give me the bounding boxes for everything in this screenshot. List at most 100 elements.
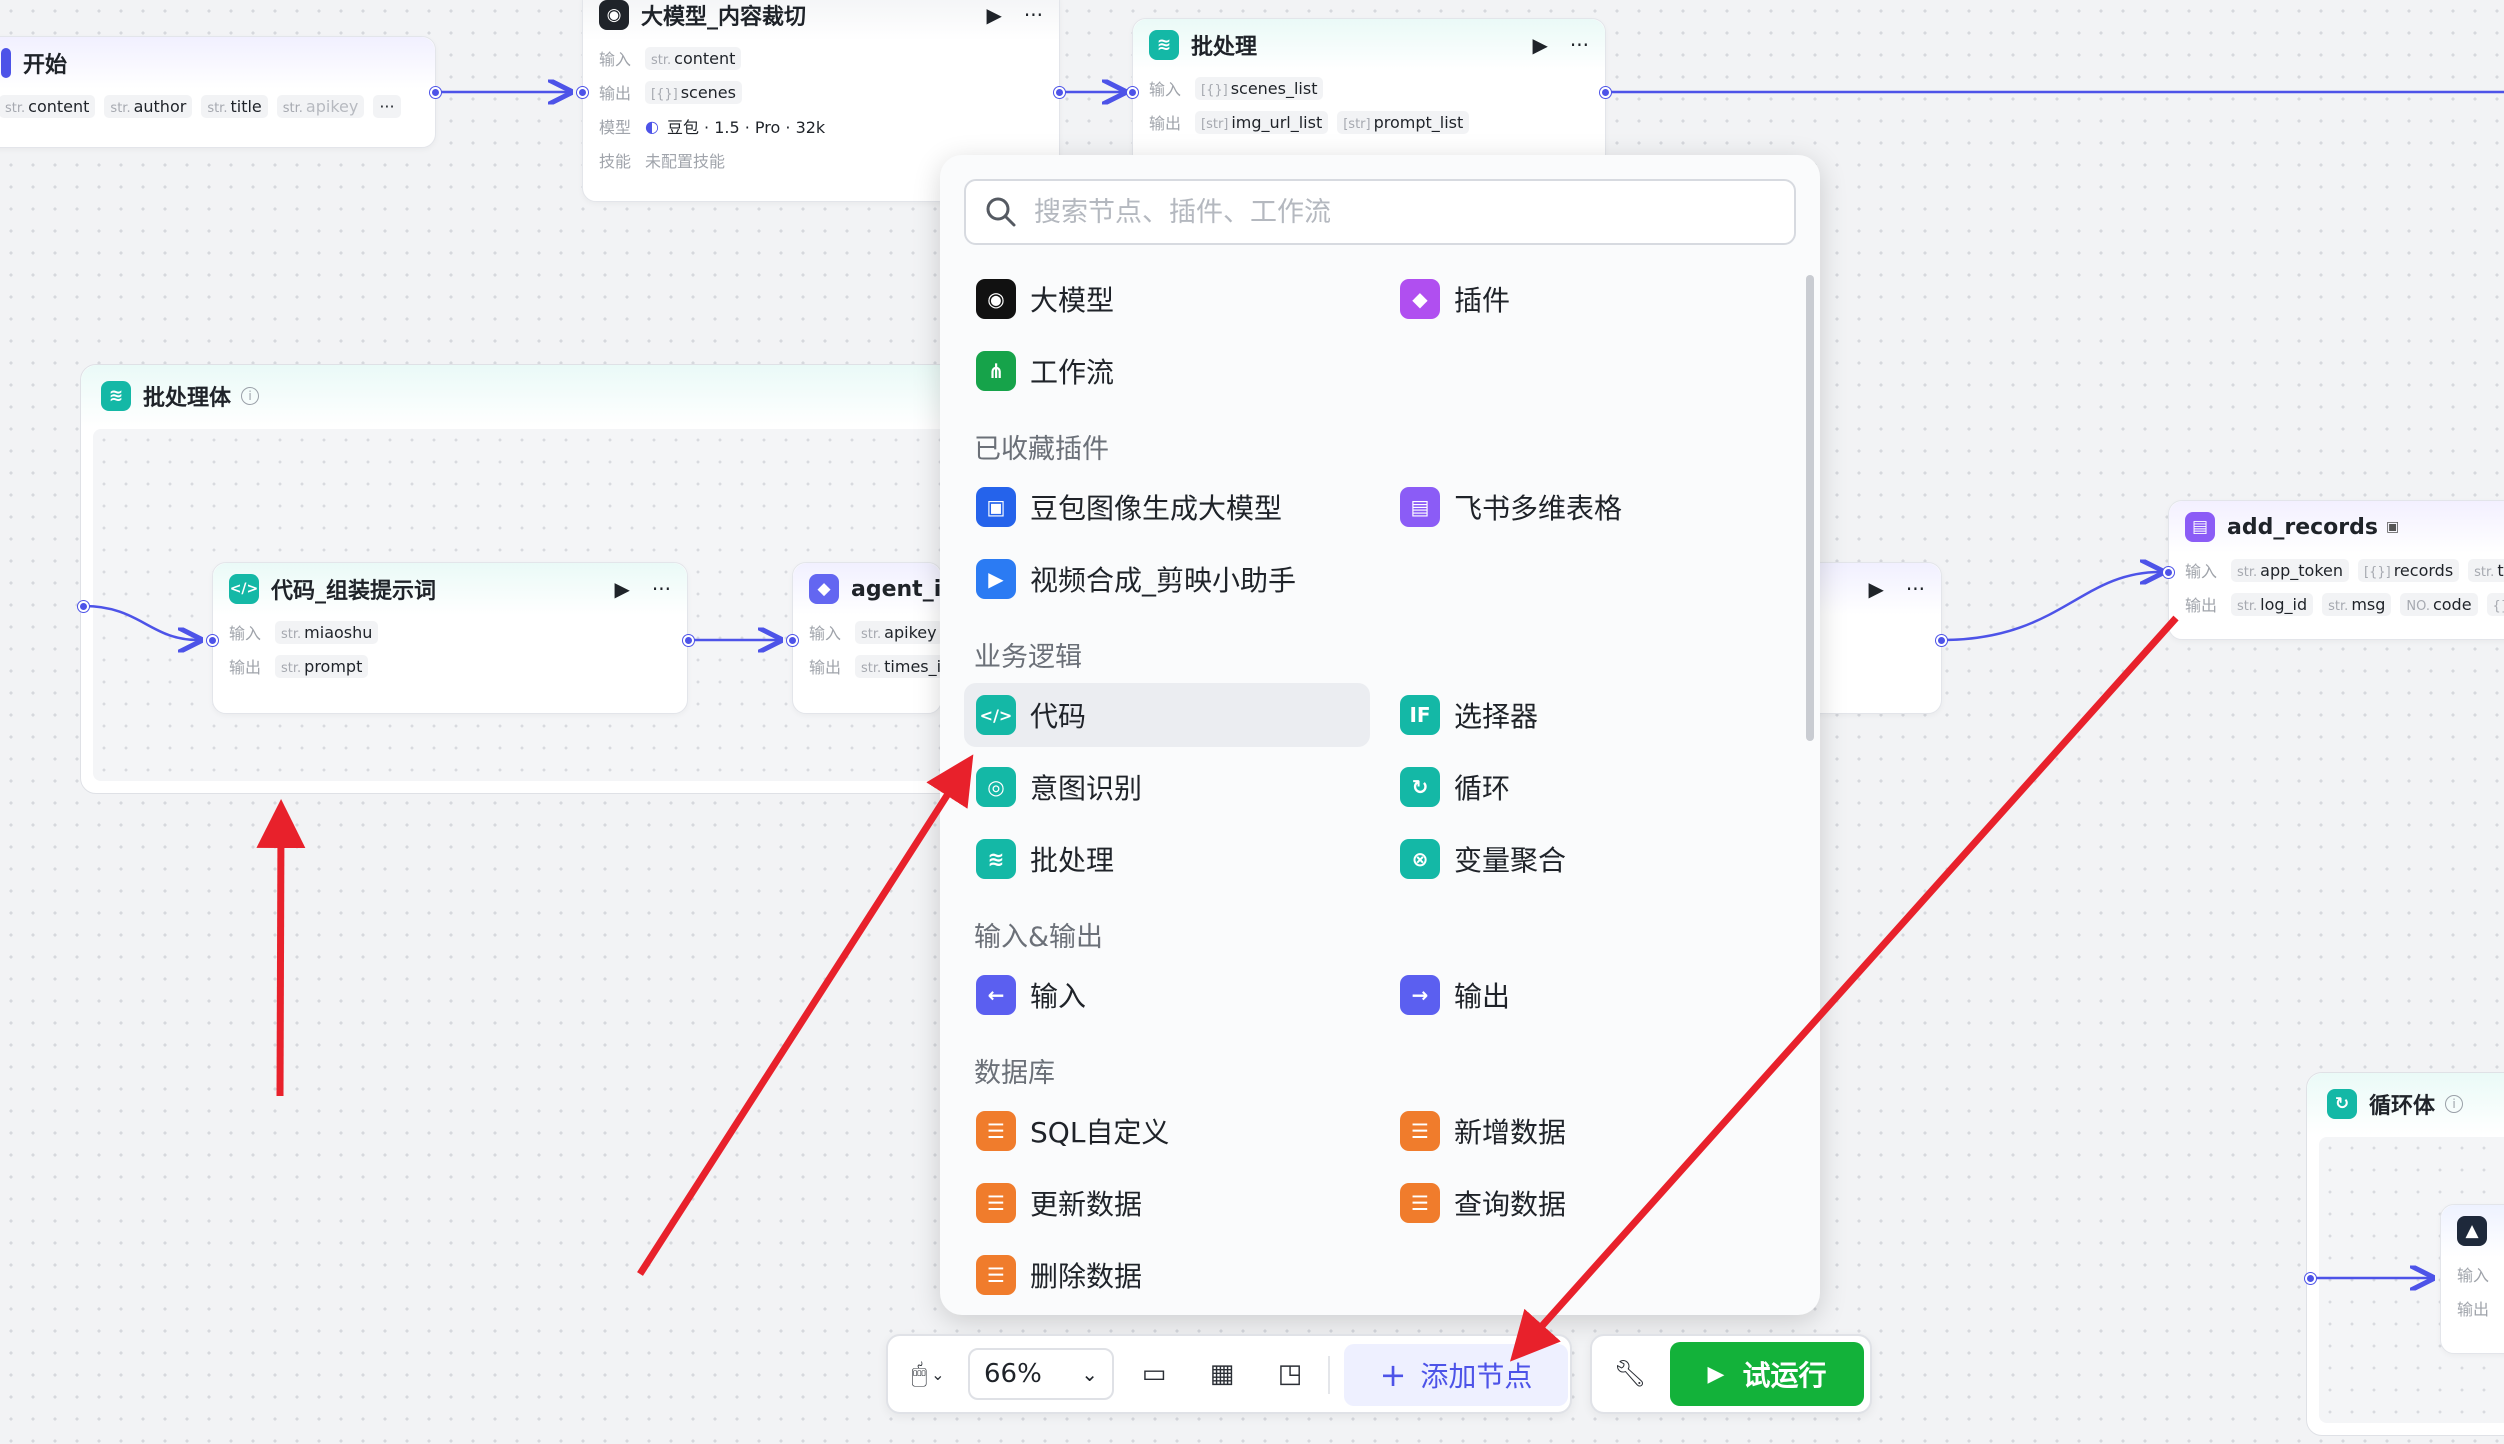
database-add-icon: ☰	[1400, 1111, 1440, 1151]
param-chip: [{}] scenes	[645, 80, 742, 104]
batch-node[interactable]: ≋ 批处理 ▶ ··· 输入[{}] scenes_list 输出 [str] img…	[1132, 18, 1606, 168]
code-icon: </>	[976, 695, 1016, 735]
batch-icon: ≋	[101, 381, 131, 411]
start-node-title: 开始	[23, 53, 68, 78]
search-input[interactable]	[1034, 196, 1754, 228]
input-port[interactable]	[577, 87, 588, 98]
menu-item-delete-data[interactable]: ☰ 删除数据	[964, 1243, 1370, 1307]
menu-item-plugin[interactable]: ◆ 插件	[1388, 267, 1794, 331]
menu-item-workflow[interactable]: ⋔ 工作流	[964, 339, 1370, 403]
loop-icon: ↻	[1400, 767, 1440, 807]
menu-item-update-data[interactable]: ☰ 更新数据	[964, 1171, 1370, 1235]
code-icon: </>	[229, 574, 259, 604]
agent-node[interactable]: ◆ agent_in 输入str.apikey 输出str.times_id	[792, 562, 942, 714]
param-chip: str. prompt	[275, 654, 369, 678]
run-node-icon[interactable]: ▶	[987, 3, 1002, 27]
table-icon: ▤	[2185, 512, 2215, 542]
image-icon: ▣	[976, 487, 1016, 527]
database-delete-icon: ☰	[976, 1255, 1016, 1295]
menu-item-query-data[interactable]: ☰ 查询数据	[1388, 1171, 1794, 1235]
more-params[interactable]: ···	[373, 94, 401, 118]
add-node-button[interactable]: + 添加节点	[1344, 1344, 1568, 1406]
param-chip: str. msg	[2322, 592, 2392, 616]
llm-icon: ◉	[599, 0, 629, 30]
note-icon: ▣	[2385, 519, 2400, 535]
param-chip: NO. code	[2400, 592, 2478, 616]
info-icon[interactable]: i	[241, 387, 260, 405]
output-port[interactable]	[1936, 635, 1947, 646]
menu-item-doubao-image[interactable]: ▣ 豆包图像生成大模型	[964, 475, 1370, 539]
param-chip: str. content	[645, 46, 742, 70]
run-node-icon[interactable]: ▶	[1869, 577, 1884, 601]
panel-scrollbar[interactable]	[1806, 275, 1814, 741]
output-port[interactable]	[683, 635, 694, 646]
run-toolbar: 🔧︎ ▶ 试运行	[1590, 1334, 1872, 1414]
loop-body-port[interactable]	[2305, 1273, 2316, 1284]
more-icon[interactable]: ···	[1906, 577, 1925, 601]
param-chip: str. app_token	[2231, 558, 2350, 582]
start-node[interactable]: 开始 str. content str. author str. title str.…	[0, 36, 436, 148]
menu-item-var-aggregate[interactable]: ⊗ 变量聚合	[1388, 827, 1794, 891]
menu-item-code[interactable]: </> 代码	[964, 683, 1370, 747]
llm-node-title: 大模型_内容裁切	[641, 5, 807, 30]
menu-item-batch[interactable]: ≋ 批处理	[964, 827, 1370, 891]
param-chip: [str] prompt_list	[1337, 110, 1470, 134]
chevron-down-icon: ⌄	[1081, 1362, 1098, 1386]
input-port[interactable]	[1127, 87, 1138, 98]
output-port[interactable]	[1054, 87, 1065, 98]
menu-item-input[interactable]: ← 输入	[964, 963, 1370, 1027]
batch-icon: ≋	[1149, 30, 1179, 60]
more-icon[interactable]: ···	[1570, 33, 1589, 57]
input-port[interactable]	[207, 635, 218, 646]
param-chip: [{}] scenes_list	[1195, 76, 1324, 100]
menu-item-video-compose[interactable]: ▶ 视频合成_剪映小助手	[964, 547, 1370, 611]
input-port[interactable]	[787, 635, 798, 646]
section-favorites: 已收藏插件	[974, 434, 1109, 465]
layout-grid-icon[interactable]: ▦	[1204, 1356, 1240, 1392]
menu-item-loop[interactable]: ↻ 循环	[1388, 755, 1794, 819]
doubao-icon: ◐	[645, 116, 659, 136]
add-node-panel[interactable]: ◉大模型 ◆插件 ⋔工作流 已收藏插件 ▣豆包图像生成大模型 ▤飞书多维表格 ▶…	[940, 155, 1820, 1315]
menu-item-feishu-table[interactable]: ▤ 飞书多维表格	[1388, 475, 1794, 539]
comment-icon[interactable]: ▭	[1136, 1356, 1172, 1392]
code-node-title: 代码_组装提示词	[271, 579, 437, 604]
output-port[interactable]	[1600, 87, 1611, 98]
search-box[interactable]	[964, 179, 1796, 245]
intent-icon: ◎	[976, 767, 1016, 807]
param-chip: str. miaoshu	[275, 620, 379, 644]
loop-icon: ↻	[2327, 1089, 2357, 1119]
section-io: 输入&输出	[974, 922, 1104, 953]
info-icon[interactable]: i	[2445, 1095, 2464, 1113]
menu-item-sql[interactable]: ☰ SQL自定义	[964, 1099, 1370, 1163]
wrench-icon[interactable]: 🔧︎	[1612, 1356, 1648, 1392]
minimap-icon[interactable]: ◳	[1272, 1356, 1308, 1392]
menu-item-selector[interactable]: IF 选择器	[1388, 683, 1794, 747]
param-chip: str.times_id	[855, 654, 941, 678]
run-node-icon[interactable]: ▶	[615, 577, 630, 601]
more-icon[interactable]: ···	[652, 577, 671, 601]
mouse-mode-icon[interactable]: 🖱︎ ⌄	[902, 1356, 954, 1392]
zoom-select[interactable]: 66% ⌄	[968, 1348, 1114, 1400]
plugin-icon: ◆	[809, 574, 839, 604]
code-node[interactable]: </> 代码_组装提示词 ▶ ··· 输入 str. miaoshu 输出 str. pr…	[212, 562, 688, 714]
search-icon	[986, 197, 1016, 227]
menu-item-add-data[interactable]: ☰ 新增数据	[1388, 1099, 1794, 1163]
menu-item-output[interactable]: → 输出	[1388, 963, 1794, 1027]
run-node-icon[interactable]: ▶	[1533, 33, 1548, 57]
play-icon: ▶	[1707, 1361, 1725, 1387]
add-records-node[interactable]: ▤ add_records ▣ 输入 str. app_token [{}] rec…	[2168, 500, 2504, 640]
loop-body-title: 循环体	[2369, 1094, 2436, 1119]
test-run-button[interactable]: ▶ 试运行	[1670, 1342, 1864, 1406]
section-logic: 业务逻辑	[974, 642, 1082, 673]
menu-item-intent[interactable]: ◎ 意图识别	[964, 755, 1370, 819]
input-port[interactable]	[2163, 567, 2174, 578]
loop-inner-node[interactable]: ▲ 输入 输出	[2440, 1204, 2504, 1354]
output-port[interactable]	[430, 87, 441, 98]
if-icon: IF	[1400, 695, 1440, 735]
more-icon[interactable]: ···	[1024, 3, 1043, 27]
plugin-icon: ◆	[1400, 279, 1440, 319]
input-icon: ←	[976, 975, 1016, 1015]
batch-node-title: 批处理	[1191, 35, 1258, 60]
batch-body-port[interactable]	[78, 601, 89, 612]
menu-item-llm[interactable]: ◉ 大模型	[964, 267, 1370, 331]
